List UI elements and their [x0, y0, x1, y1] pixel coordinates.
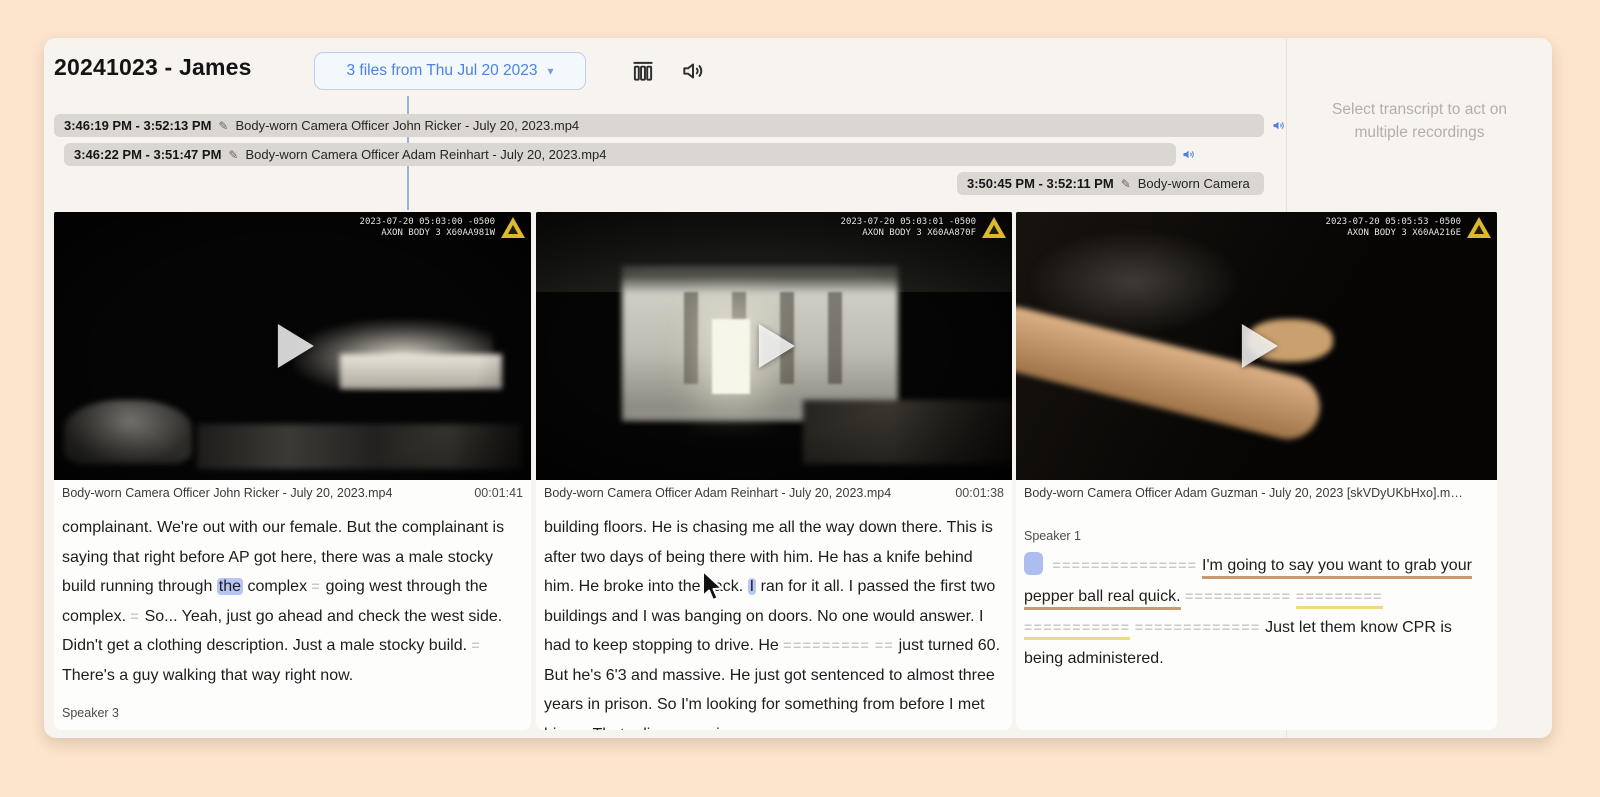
bar-volume-icon[interactable] — [1180, 147, 1197, 162]
multi-select-hint: Select transcript to act on multiple rec… — [1332, 101, 1507, 141]
bar-filename: Body-worn Camera — [1137, 176, 1250, 191]
overlay-device: AXON BODY 3 X60AA870F — [862, 228, 976, 238]
edit-icon[interactable]: ✎ — [218, 119, 228, 133]
main-card: 20241023 - James 3 files from Thu Jul 20… — [44, 38, 1552, 738]
overlay-timestamp: 2023-07-20 05:05:53 -0500 — [1325, 217, 1461, 227]
axon-overlay: 2023-07-20 05:03:00 -0500 AXON BODY 3 X6… — [360, 217, 525, 239]
transcript-segment-dash[interactable]: =========== — [1185, 588, 1291, 604]
bar-time-range: 3:46:19 PM - 3:52:13 PM — [64, 118, 212, 133]
transcript-segment-dash[interactable]: =============== — [1052, 557, 1197, 573]
video-title: Body-worn Camera Officer Adam Guzman - J… — [1024, 486, 1463, 500]
overlay-timestamp: 2023-07-20 05:03:01 -0500 — [840, 217, 976, 227]
transcript-segment-dash[interactable]: = — [130, 608, 140, 624]
transcript-segment-hlblock[interactable] — [1024, 552, 1043, 575]
transcript-segment-hl[interactable]: I — [747, 578, 757, 595]
transcript-segment-dash[interactable]: == — [875, 637, 894, 653]
bar-volume-icon[interactable] — [1270, 118, 1287, 133]
files-dropdown-button[interactable]: 3 files from Thu Jul 20 2023 ▾ — [314, 52, 586, 90]
bar-time-range: 3:50:45 PM - 3:52:11 PM — [967, 176, 1114, 191]
play-icon[interactable] — [758, 324, 795, 368]
axon-overlay: 2023-07-20 05:03:01 -0500 AXON BODY 3 X6… — [841, 217, 1006, 239]
video-player[interactable]: 2023-07-20 05:03:01 -0500 AXON BODY 3 X6… — [536, 212, 1012, 480]
transcript-segment-dash[interactable]: ========= — [783, 637, 870, 653]
page-title: 20241023 - James — [54, 54, 252, 80]
transcript-segment-dashy[interactable]: ========= — [1295, 588, 1383, 609]
axon-overlay: 2023-07-20 05:05:53 -0500 AXON BODY 3 X6… — [1326, 217, 1491, 239]
transcript-segment-dash[interactable]: = — [312, 578, 322, 594]
axon-logo-icon — [1467, 217, 1491, 238]
chevron-down-icon: ▾ — [547, 64, 554, 78]
transcript-segment-dash[interactable]: = — [579, 726, 589, 731]
play-icon[interactable] — [1241, 324, 1278, 368]
axon-logo-icon — [982, 217, 1006, 238]
transcript[interactable]: complainant. We're out with our female. … — [54, 506, 531, 730]
transcript-segment-speaker: Speaker 1 — [1024, 529, 1081, 543]
transcript[interactable]: building floors. He is chasing me all th… — [536, 506, 1012, 730]
video-panel-ricker: 2023-07-20 05:03:00 -0500 AXON BODY 3 X6… — [54, 212, 531, 730]
transcript-segment-dash[interactable]: = — [471, 637, 481, 653]
transcript-segment-text[interactable]: There's a guy walking that way right now… — [62, 667, 353, 684]
timeline-bar-guzman[interactable]: 3:50:45 PM - 3:52:11 PM ✎ Body-worn Came… — [957, 172, 1264, 195]
edit-icon[interactable]: ✎ — [228, 148, 238, 162]
axon-logo-icon — [501, 217, 525, 238]
overlay-device: AXON BODY 3 X60AA216E — [1347, 228, 1461, 238]
timeline-bar-ricker[interactable]: 3:46:19 PM - 3:52:13 PM ✎ Body-worn Came… — [54, 114, 1264, 137]
transcript[interactable]: Speaker 1 =============== I'm going to s… — [1016, 506, 1497, 730]
video-duration: 00:01:41 — [474, 486, 523, 500]
bar-filename: Body-worn Camera Officer John Ricker - J… — [235, 118, 580, 133]
video-player[interactable]: 2023-07-20 05:05:53 -0500 AXON BODY 3 X6… — [1016, 212, 1497, 480]
bar-filename: Body-worn Camera Officer Adam Reinhart -… — [245, 147, 607, 162]
overlay-device: AXON BODY 3 X60AA981W — [381, 228, 495, 238]
transcript-segment-text[interactable]: complex — [247, 578, 311, 595]
video-title: Body-worn Camera Officer Adam Reinhart -… — [544, 486, 892, 500]
columns-view-icon[interactable] — [630, 58, 656, 84]
transcript-segment-hl[interactable]: the — [216, 578, 244, 595]
overlay-timestamp: 2023-07-20 05:03:00 -0500 — [359, 217, 495, 227]
transcript-segment-text[interactable]: That ruling came in on — [593, 726, 751, 731]
video-duration: 00:01:38 — [955, 486, 1004, 500]
transcript-segment-dashy[interactable]: =========== — [1024, 619, 1131, 640]
edit-icon[interactable]: ✎ — [1121, 177, 1131, 191]
volume-icon[interactable] — [680, 58, 706, 84]
play-icon[interactable] — [277, 324, 314, 368]
files-dropdown-label: 3 files from Thu Jul 20 2023 — [346, 62, 538, 79]
transcript-segment-speaker: Speaker 3 — [62, 706, 119, 720]
transcript-segment-dash[interactable]: ============= — [1135, 619, 1261, 635]
video-panel-guzman: 2023-07-20 05:05:53 -0500 AXON BODY 3 X6… — [1016, 212, 1497, 730]
video-player[interactable]: 2023-07-20 05:03:00 -0500 AXON BODY 3 X6… — [54, 212, 531, 480]
bar-time-range: 3:46:22 PM - 3:51:47 PM — [74, 147, 222, 162]
video-title: Body-worn Camera Officer John Ricker - J… — [62, 486, 393, 500]
video-panel-reinhart: 2023-07-20 05:03:01 -0500 AXON BODY 3 X6… — [536, 212, 1012, 730]
timeline-bar-reinhart[interactable]: 3:46:22 PM - 3:51:47 PM ✎ Body-worn Came… — [64, 143, 1176, 166]
